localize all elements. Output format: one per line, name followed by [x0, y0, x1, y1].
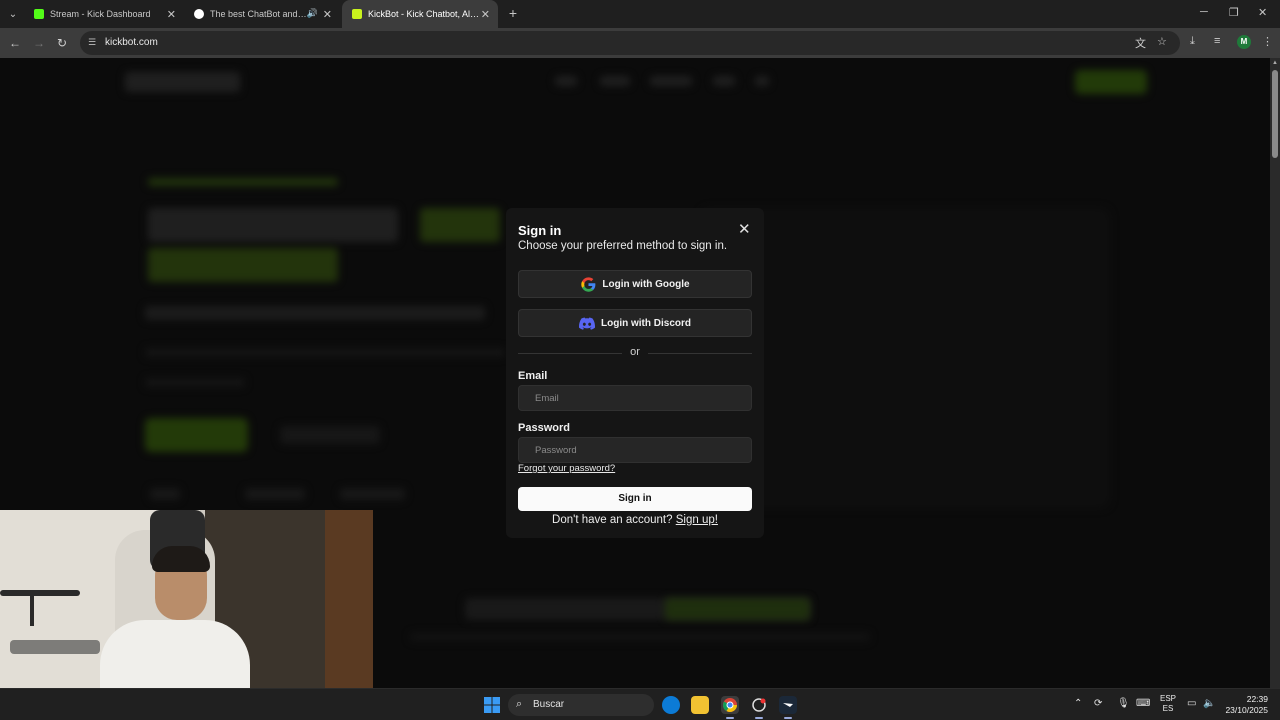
chrome-icon[interactable]	[721, 696, 739, 714]
keyboard-layout: ES	[1162, 704, 1174, 713]
speaker-icon[interactable]: 🔊	[307, 8, 318, 19]
forgot-password-link[interactable]: Forgot your password?	[518, 463, 615, 474]
bookmark-star-icon[interactable]: ☆	[1157, 35, 1167, 48]
clock-date: 23/10/2025	[1225, 705, 1268, 715]
close-tab-icon[interactable]: ✕	[167, 8, 176, 21]
password-field[interactable]	[518, 437, 752, 463]
tab-title: KickBot - Kick Chatbot, Alerts, T	[368, 9, 480, 19]
address-bar[interactable]: ☰ kickbot.com	[80, 31, 1180, 55]
kick-favicon-icon	[34, 9, 44, 19]
tab-strip: ⌄ Stream - Kick Dashboard ✕ The best Cha…	[0, 0, 1280, 28]
browser-toolbar: ← → ↻ ☰ kickbot.com 文 ☆ ⤓ ≡ ⋮	[0, 28, 1280, 58]
login-discord-label: Login with Discord	[601, 317, 691, 329]
divider-label: or	[630, 346, 640, 358]
reload-icon[interactable]: ↻	[53, 34, 71, 52]
active-app-indicator	[784, 717, 792, 719]
google-icon	[580, 276, 596, 292]
webcam-wall-decal	[0, 590, 80, 596]
new-tab-button[interactable]: +	[505, 5, 521, 21]
password-label: Password	[518, 422, 570, 434]
webcam-person-hair	[152, 546, 210, 572]
volume-icon[interactable]: 🔈	[1203, 698, 1215, 709]
tray-overflow-icon[interactable]: ⌃	[1074, 698, 1082, 709]
close-window-icon[interactable]: ✕	[1258, 6, 1267, 19]
reading-list-icon[interactable]: ≡	[1214, 35, 1220, 47]
language-indicator[interactable]: ESP ES	[1160, 694, 1176, 714]
email-label: Email	[518, 370, 548, 382]
forward-icon[interactable]: →	[30, 34, 48, 52]
taskbar-search[interactable]: ⌕ Buscar	[508, 694, 654, 716]
sync-icon[interactable]: ⟳	[1094, 698, 1102, 709]
obs-icon[interactable]	[750, 696, 768, 714]
close-icon[interactable]: ✕	[738, 220, 751, 238]
webcam-wall-decal	[30, 596, 34, 626]
clock-time: 22:39	[1246, 694, 1268, 704]
tab-title: The best ChatBot and Widg	[210, 9, 308, 19]
tab-search-icon[interactable]: ⌄	[4, 5, 22, 23]
system-clock[interactable]: 22:39 23/10/2025	[1222, 694, 1268, 716]
scroll-thumb[interactable]	[1272, 70, 1278, 158]
divider-line	[648, 353, 752, 354]
login-discord-button[interactable]: Login with Discord	[518, 309, 752, 337]
file-explorer-icon[interactable]	[691, 696, 709, 714]
download-icon[interactable]: ⤓	[1190, 35, 1195, 48]
site-favicon-icon	[194, 9, 204, 19]
active-app-indicator	[726, 717, 734, 719]
kickbot-favicon-icon	[352, 9, 362, 19]
signin-button[interactable]: Sign in	[518, 487, 752, 511]
tab-chatbot-widgets[interactable]: The best ChatBot and Widg 🔊 ✕	[184, 0, 340, 28]
active-app-indicator	[755, 717, 763, 719]
tab-title: Stream - Kick Dashboard	[50, 9, 151, 19]
close-tab-icon[interactable]: ✕	[481, 8, 490, 21]
webcam-wall-decal	[10, 640, 100, 654]
keyboard-icon[interactable]: ⌨	[1136, 698, 1150, 709]
login-google-button[interactable]: Login with Google	[518, 270, 752, 298]
url-text[interactable]: kickbot.com	[105, 37, 158, 48]
discord-icon	[579, 315, 595, 331]
profile-avatar[interactable]: M	[1237, 35, 1251, 49]
language-code: ESP	[1160, 694, 1177, 703]
restore-icon[interactable]: ❐	[1229, 6, 1239, 19]
tab-kickbot[interactable]: KickBot - Kick Chatbot, Alerts, T ✕	[342, 0, 498, 28]
login-google-label: Login with Google	[602, 278, 690, 290]
page-scrollbar[interactable]: ▲	[1270, 58, 1280, 688]
signup-row: Don't have an account? Sign up!	[518, 514, 752, 526]
back-icon[interactable]: ←	[6, 34, 24, 52]
signin-modal: Sign in Choose your preferred method to …	[506, 208, 764, 538]
steam-icon[interactable]	[779, 696, 797, 714]
start-windows-icon[interactable]	[483, 696, 501, 714]
modal-subtitle: Choose your preferred method to sign in.	[518, 240, 728, 252]
site-info-icon[interactable]: ☰	[88, 37, 99, 48]
email-field[interactable]	[518, 385, 752, 411]
translate-icon[interactable]: 文	[1135, 35, 1146, 51]
modal-title: Sign in	[518, 223, 562, 238]
microphone-icon[interactable]: 🎙	[1117, 698, 1130, 709]
or-divider: or	[518, 346, 752, 360]
edge-icon[interactable]	[662, 696, 680, 714]
signup-prompt: Don't have an account?	[552, 514, 673, 526]
windows-taskbar: ⌕ Buscar ⌃ ⟳ 🎙 ⌨ ESP ES ▭ 🔈 22:39 23/10/…	[0, 688, 1280, 720]
minimize-icon[interactable]: ─	[1200, 6, 1208, 18]
menu-icon[interactable]: ⋮	[1262, 35, 1273, 48]
tab-kick-dashboard[interactable]: Stream - Kick Dashboard ✕	[24, 0, 184, 28]
signup-link[interactable]: Sign up!	[676, 514, 718, 526]
search-label: Buscar	[533, 699, 565, 710]
scroll-up-icon[interactable]: ▲	[1272, 60, 1278, 66]
close-tab-icon[interactable]: ✕	[323, 8, 332, 21]
network-icon[interactable]: ▭	[1187, 698, 1196, 709]
search-icon: ⌕	[516, 698, 523, 710]
